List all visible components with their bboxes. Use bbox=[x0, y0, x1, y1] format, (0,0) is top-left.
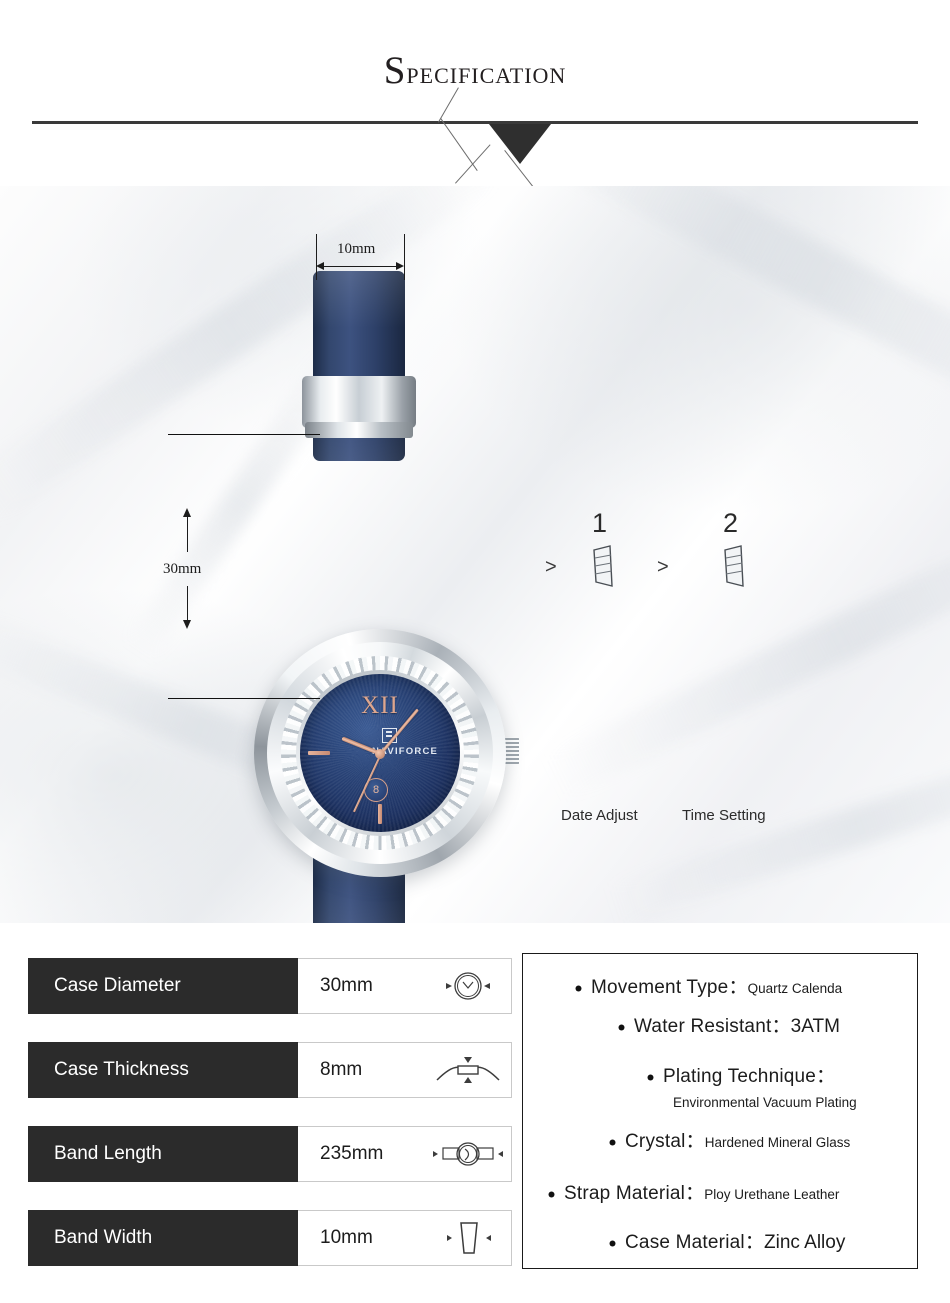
step-caption-1: Date Adjust bbox=[561, 807, 638, 824]
spec-row-label-cell: Band Length bbox=[28, 1126, 298, 1182]
dim-arrow-line bbox=[187, 586, 188, 622]
spec-key: Case Material bbox=[625, 1232, 745, 1253]
watch-lug-top bbox=[302, 376, 416, 428]
spec-value: Ploy Urethane Leather bbox=[704, 1187, 840, 1202]
list-item: Case Material：Zinc Alloy bbox=[609, 1227, 845, 1254]
band-width-dimension-label: 10mm bbox=[337, 241, 376, 257]
dim-arrow-up-icon bbox=[183, 508, 191, 517]
step-number-2: 2 bbox=[723, 508, 739, 538]
product-photo-area: XII NAVIFORCE 8 10mm 30mm > 1 Date Adjus… bbox=[0, 186, 950, 923]
spec-row-label-cell: Band Width bbox=[28, 1210, 298, 1266]
spec-key: Water Resistant bbox=[634, 1016, 772, 1037]
case-diameter-dimension-label: 30mm bbox=[163, 561, 202, 577]
spec-separator: ： bbox=[685, 1131, 705, 1152]
table-row: Case Thickness 8mm bbox=[28, 1042, 512, 1098]
spec-key: Crystal bbox=[625, 1131, 686, 1152]
dim-extension-line bbox=[316, 234, 317, 280]
page-title: Specification bbox=[0, 48, 950, 93]
watch-case-circle-icon bbox=[425, 969, 511, 1003]
spec-row-value: 8mm bbox=[320, 1059, 363, 1080]
spec-key: Plating Technique bbox=[663, 1066, 817, 1087]
hands-center-pin bbox=[375, 749, 385, 759]
dim-arrow-right-icon bbox=[396, 262, 404, 270]
bullet-dot-icon bbox=[575, 985, 582, 992]
bullet-dot-icon bbox=[618, 1024, 625, 1031]
band-width-strip-icon bbox=[425, 1219, 511, 1257]
header-divider-rule bbox=[32, 121, 918, 124]
spec-value-wrapped: Environmental Vacuum Plating bbox=[673, 1095, 857, 1110]
dial-numeral-twelve: XII bbox=[361, 692, 399, 719]
list-item: Plating Technique： bbox=[647, 1061, 835, 1088]
dim-arrow-left-icon bbox=[316, 262, 324, 270]
list-item: Movement Type：Quartz Calenda bbox=[575, 972, 842, 999]
spec-row-value: 10mm bbox=[320, 1227, 373, 1248]
watch-case: XII NAVIFORCE 8 bbox=[254, 629, 506, 877]
step-arrow-1: > bbox=[545, 556, 557, 578]
spec-row-value-cell: 10mm bbox=[298, 1210, 512, 1266]
spec-separator: ： bbox=[744, 1232, 765, 1253]
bullet-dot-icon bbox=[609, 1240, 616, 1247]
table-row: Band Length 235mm bbox=[28, 1126, 512, 1182]
spec-row-label-cell: Case Diameter bbox=[28, 958, 298, 1014]
list-item: Water Resistant：3ATM bbox=[618, 1011, 840, 1038]
spec-value: Zinc Alloy bbox=[764, 1232, 846, 1253]
page-title-rest: pecification bbox=[406, 55, 567, 90]
dial-marker-six bbox=[378, 804, 382, 824]
spec-row-label: Case Diameter bbox=[54, 975, 181, 996]
table-row: Case Diameter 30mm bbox=[28, 958, 512, 1014]
case-side-profile-icon bbox=[425, 1052, 511, 1088]
spec-row-label: Case Thickness bbox=[54, 1059, 189, 1080]
bullet-dot-icon bbox=[548, 1191, 555, 1198]
page-title-first-letter: S bbox=[383, 49, 407, 92]
dim-extension-line bbox=[404, 234, 405, 280]
table-row: Band Width 10mm bbox=[28, 1210, 512, 1266]
spec-table: Case Diameter 30mm Case Thickness 8mm Ba… bbox=[28, 958, 512, 1294]
spec-row-label-cell: Case Thickness bbox=[28, 1042, 298, 1098]
leader-line-bottom bbox=[168, 698, 320, 699]
watch-dial: XII NAVIFORCE 8 bbox=[300, 674, 460, 832]
spec-value: 3ATM bbox=[790, 1016, 840, 1037]
spec-row-label: Band Width bbox=[54, 1227, 153, 1248]
header-decor-line bbox=[455, 144, 491, 184]
dim-arrow-line bbox=[319, 266, 401, 267]
watch-band-length-icon bbox=[425, 1136, 511, 1172]
list-item: Crystal：Hardened Mineral Glass bbox=[609, 1126, 850, 1153]
leader-line-top bbox=[168, 434, 320, 435]
crown-step-2-icon bbox=[724, 545, 744, 587]
watch-illustration: XII NAVIFORCE 8 bbox=[0, 186, 950, 923]
spec-key: Strap Material bbox=[564, 1183, 686, 1204]
spec-value: Hardened Mineral Glass bbox=[704, 1135, 851, 1150]
watch-lug-bar-top bbox=[305, 422, 413, 438]
spec-separator: ： bbox=[685, 1183, 705, 1204]
dim-arrow-down-icon bbox=[183, 620, 191, 629]
spec-row-value-cell: 235mm bbox=[298, 1126, 512, 1182]
step-caption-2: Time Setting bbox=[682, 807, 766, 824]
spec-row-value: 30mm bbox=[320, 975, 373, 996]
spec-separator: ： bbox=[728, 977, 748, 998]
spec-row-label: Band Length bbox=[54, 1143, 162, 1164]
spec-list-panel: Movement Type：Quartz Calenda Water Resis… bbox=[522, 953, 918, 1269]
spec-separator: ： bbox=[816, 1066, 836, 1087]
dim-arrow-line bbox=[187, 516, 188, 552]
spec-separator: ： bbox=[771, 1016, 791, 1037]
spec-key: Movement Type bbox=[591, 977, 729, 998]
bullet-dot-icon bbox=[609, 1139, 616, 1146]
list-item: Strap Material：Ploy Urethane Leather bbox=[548, 1178, 839, 1205]
step-arrow-2: > bbox=[657, 556, 669, 578]
dial-marker-nine bbox=[308, 751, 330, 755]
spec-row-value-cell: 30mm bbox=[298, 958, 512, 1014]
page-header: Specification bbox=[0, 0, 950, 189]
spec-row-value: 235mm bbox=[320, 1143, 384, 1164]
header-triangle-marker-icon bbox=[489, 124, 551, 164]
spec-value: Quartz Calenda bbox=[747, 981, 843, 996]
bullet-dot-icon bbox=[647, 1074, 654, 1081]
watch-bezel: XII NAVIFORCE 8 bbox=[267, 642, 493, 864]
step-number-1: 1 bbox=[592, 508, 608, 538]
spec-row-value-cell: 8mm bbox=[298, 1042, 512, 1098]
crown-step-1-icon bbox=[593, 545, 613, 587]
